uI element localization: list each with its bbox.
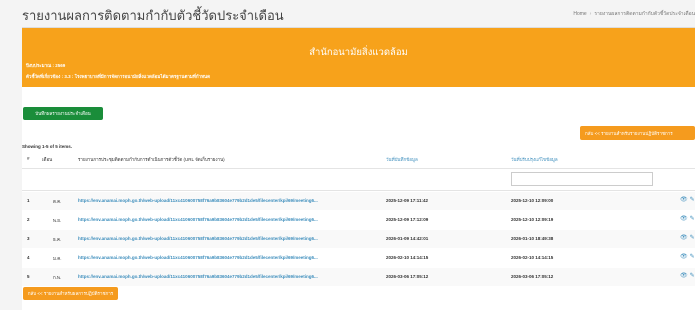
column-header-number: # [27,156,30,161]
agency-banner: สำนักอนามัยสิ่งแวดล้อม ปีงบประมาณ : 2569… [22,28,695,87]
banner-title: สำนักอนามัยสิ่งแวดล้อม [309,47,408,58]
header-divider [22,168,695,169]
table-row: 3 ธ.ค. https://env.anamai.moph.go.th/web… [22,230,695,248]
report-url-link[interactable]: https://env.anamai.moph.go.th/web-upload… [78,255,318,260]
page-title: รายงานผลการติดตามกำกับตัวชี้วัดประจำเดือ… [22,8,284,23]
banner-indicator: ตัวชี้วัดที่เกี่ยวข้อง : 3.3 : โรงพยาบาล… [26,74,211,79]
back-to-report-button[interactable]: กลับ << รายงานสำหรับรายงานปฏิบัติราชการ [580,126,695,140]
row-number: 3 [27,236,30,241]
row-actions: 👁✎🗑 [680,272,695,279]
pencil-icon[interactable]: ✎ [690,253,695,260]
updated-date: 2026-01-10 18:49:38 [511,236,554,241]
eye-icon[interactable]: 👁 [680,272,688,279]
created-date: 2026-02-10 14:14:15 [386,255,429,260]
pencil-icon[interactable]: ✎ [690,234,695,241]
updated-date: 2025-12-10 12:09:00 [511,198,554,203]
pencil-icon[interactable]: ✎ [690,272,695,279]
filter-divider [22,190,695,191]
column-header-updated-date[interactable]: วันที่ปรับปรุงแก้ไขข้อมูล [511,156,558,163]
breadcrumb-current: รายงานผลการติดตามกำกับตัวชี้วัดประจำเดือ… [594,11,695,17]
eye-icon[interactable]: 👁 [680,253,688,260]
row-number: 1 [27,198,30,203]
row-number: 5 [27,274,30,279]
breadcrumb: Home › รายงานผลการติดตามกำกับตัวชี้วัดประจ… [573,10,695,18]
add-report-button[interactable]: บันทึกผลรายงานประจำเดือน [23,107,103,120]
report-url-link[interactable]: https://env.anamai.moph.go.th/web-upload… [78,217,318,222]
eye-icon[interactable]: 👁 [680,196,688,203]
updated-date: 2026-02-10 14:14:15 [511,255,554,260]
row-number: 2 [27,217,30,222]
row-actions: 👁✎🗑 [680,234,695,241]
content-box: สำนักอนามัยสิ่งแวดล้อม ปีงบประมาณ : 2569… [22,27,695,310]
report-url-link[interactable]: https://env.anamai.moph.go.th/web-upload… [78,198,318,203]
updated-date: 2025-12-10 12:09:19 [511,217,554,222]
created-date: 2025-12-09 17:12:09 [386,217,429,222]
eye-icon[interactable]: 👁 [680,215,688,222]
row-month: ม.ค. [53,256,62,261]
eye-icon[interactable]: 👁 [680,234,688,241]
table-row: 1 ต.ค. https://env.anamai.moph.go.th/web… [22,192,695,210]
row-month: ต.ค. [53,199,62,204]
report-url-link[interactable]: https://env.anamai.moph.go.th/web-upload… [78,236,318,241]
pencil-icon[interactable]: ✎ [690,196,695,203]
created-date: 2026-03-06 17:05:12 [386,274,429,279]
breadcrumb-home[interactable]: Home [573,11,586,17]
updated-date-filter-input[interactable] [511,172,653,186]
table-row: 2 พ.ย. https://env.anamai.moph.go.th/web… [22,211,695,229]
row-month: พ.ย. [53,218,62,223]
table-row: 4 ม.ค. https://env.anamai.moph.go.th/web… [22,249,695,267]
row-actions: 👁✎🗑 [680,196,695,203]
table-summary: Showing 1-5 of 5 items. [22,144,73,149]
column-header-created-date[interactable]: วันที่บันทึกข้อมูล [386,156,418,163]
breadcrumb-separator: › [589,11,592,17]
report-url-link[interactable]: https://env.anamai.moph.go.th/web-upload… [78,274,318,279]
table-row: 5 ก.พ. https://env.anamai.moph.go.th/web… [22,268,695,286]
updated-date: 2026-03-06 17:05:12 [511,274,554,279]
pencil-icon[interactable]: ✎ [690,215,695,222]
banner-fiscal-year: ปีงบประมาณ : 2569 [26,63,66,68]
created-date: 2026-01-09 14:42:01 [386,236,429,241]
row-number: 4 [27,255,30,260]
created-date: 2025-12-09 17:11:42 [386,198,429,203]
row-month: ธ.ค. [53,237,62,242]
back-to-results-button[interactable]: กลับ << รายงานสำหรับผลการปฏิบัติราชการ [23,287,118,300]
column-header-url: รายงานการประชุมติดตามกำกับการดำเนินการตั… [78,157,225,162]
column-header-month: เดือน [42,157,53,162]
row-actions: 👁✎🗑 [680,215,695,222]
row-month: ก.พ. [53,275,62,280]
row-actions: 👁✎🗑 [680,253,695,260]
top-bar: รายงานผลการติดตามกำกับตัวชี้วัดประจำเดือ… [0,0,695,26]
